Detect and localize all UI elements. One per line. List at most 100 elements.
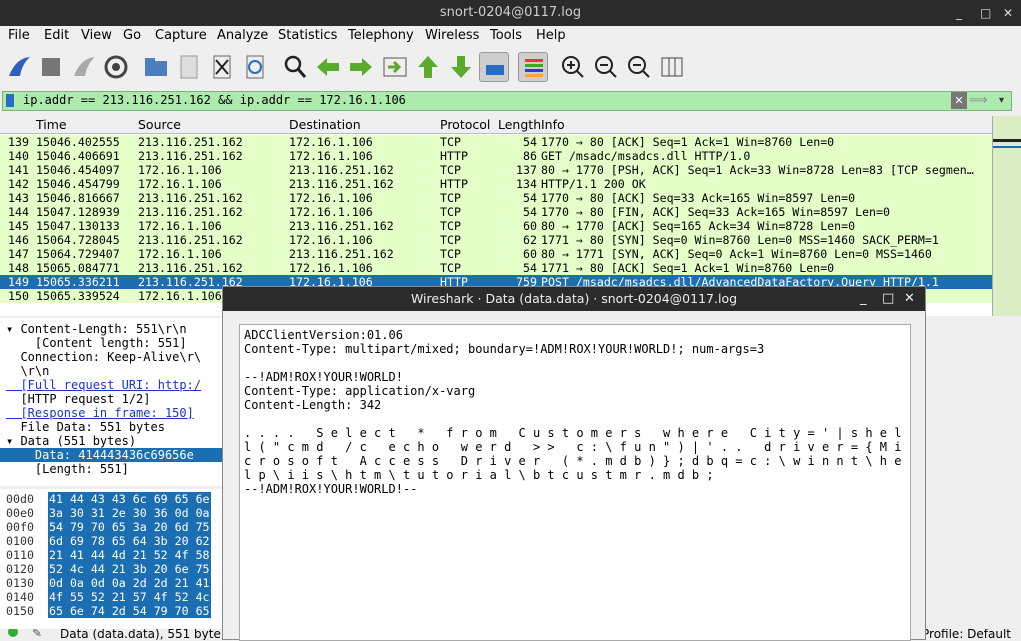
status-profile[interactable]: Profile: Default bbox=[922, 629, 1011, 640]
column-destination[interactable]: Destination bbox=[289, 117, 361, 132]
detail-line[interactable]: ▾ Data (551 bytes) bbox=[0, 434, 230, 448]
bytes-row: 0110 21 41 44 4d 21 52 4f 58 bbox=[0, 548, 230, 562]
detail-line[interactable]: File Data: 551 bytes bbox=[0, 420, 230, 434]
detail-line[interactable]: [HTTP request 1/2] bbox=[0, 392, 230, 406]
packet-row[interactable]: 140 15046.406691 213.116.251.162 172.16.1.1… bbox=[0, 149, 992, 163]
shark-fin-start-icon[interactable] bbox=[4, 52, 34, 82]
edit-comment-icon[interactable]: ✎ bbox=[32, 629, 42, 640]
minimize-icon[interactable]: _ bbox=[956, 0, 962, 26]
first-packet-icon[interactable] bbox=[413, 52, 443, 82]
display-filter-bar: ip.addr == 213.116.251.162 && ip.addr ==… bbox=[0, 90, 1021, 112]
last-packet-icon[interactable] bbox=[446, 52, 476, 82]
detail-line-text: \r\n bbox=[6, 364, 50, 378]
packet-row[interactable]: 147 15064.729407 172.16.1.106 213.116.251.1… bbox=[0, 247, 992, 261]
go-back-arrow-icon[interactable] bbox=[313, 52, 343, 82]
packet-row[interactable]: 139 15046.402555 213.116.251.162 172.16.1.1… bbox=[0, 135, 992, 149]
packet-row[interactable]: 145 15047.130133 172.16.1.106 213.116.251.1… bbox=[0, 219, 992, 233]
normal-size-icon[interactable] bbox=[624, 52, 654, 82]
packet-source: 213.116.251.162 bbox=[138, 261, 243, 275]
column-time[interactable]: Time bbox=[36, 117, 67, 132]
resize-columns-icon[interactable] bbox=[657, 52, 687, 82]
packet-details-tree[interactable]: ▾ Content-Length: 551\r\n [Content lengt… bbox=[0, 318, 230, 486]
menu-file[interactable]: File bbox=[8, 28, 30, 43]
maximize-icon[interactable]: □ bbox=[980, 0, 991, 26]
menu-help[interactable]: Help bbox=[536, 28, 566, 43]
packet-length: 86 bbox=[523, 149, 537, 163]
menu-analyze[interactable]: Analyze bbox=[217, 28, 268, 43]
colorize-icon[interactable] bbox=[518, 52, 548, 82]
column-source[interactable]: Source bbox=[138, 117, 181, 132]
packet-row[interactable]: 144 15047.128939 213.116.251.162 172.16.1.1… bbox=[0, 205, 992, 219]
packet-number: 141 bbox=[8, 163, 29, 177]
autoscroll-icon[interactable] bbox=[479, 52, 509, 82]
find-packet-search-icon[interactable] bbox=[280, 52, 310, 82]
packet-row[interactable]: 141 15046.454097 172.16.1.106 213.116.251.1… bbox=[0, 163, 992, 177]
dialog-title-bar: Wireshark · Data (data.data) · snort-020… bbox=[223, 287, 925, 311]
packet-row[interactable]: 143 15046.816667 213.116.251.162 172.16.1.1… bbox=[0, 191, 992, 205]
packet-row[interactable]: 142 15046.454799 172.16.1.106 213.116.251.1… bbox=[0, 177, 992, 191]
detail-line[interactable]: Data: 414443436c69656e bbox=[0, 448, 230, 462]
dialog-close-icon[interactable]: ✕ bbox=[904, 287, 915, 311]
packet-time: 15065.084771 bbox=[36, 261, 120, 275]
go-to-packet-icon[interactable] bbox=[380, 52, 410, 82]
menu-telephony[interactable]: Telephony bbox=[348, 28, 414, 43]
menu-tools[interactable]: Tools bbox=[490, 28, 522, 43]
menu-edit[interactable]: Edit bbox=[44, 28, 69, 43]
column-length[interactable]: Length bbox=[498, 117, 541, 132]
save-file-icon[interactable] bbox=[174, 52, 204, 82]
packet-time: 15047.130133 bbox=[36, 219, 120, 233]
bytes-hex[interactable]: 21 41 44 4d 21 52 4f 58 bbox=[48, 548, 211, 562]
detail-line[interactable]: ▾ Content-Length: 551\r\n bbox=[0, 322, 230, 336]
bytes-hex[interactable]: 4f 55 52 21 57 4f 52 4c bbox=[48, 590, 211, 604]
menu-statistics[interactable]: Statistics bbox=[278, 28, 337, 43]
data-text-view[interactable]: ADCClientVersion:01.06 Content-Type: mult… bbox=[239, 324, 911, 641]
column-info[interactable]: Info bbox=[541, 117, 565, 132]
menu-capture[interactable]: Capture bbox=[155, 28, 207, 43]
data-text-line: Content-Type: application/x-varg bbox=[244, 384, 476, 398]
open-file-icon[interactable] bbox=[141, 52, 171, 82]
capture-options-gear-icon[interactable] bbox=[101, 52, 131, 82]
packet-number: 148 bbox=[8, 261, 29, 275]
bytes-hex[interactable]: 3a 30 31 2e 30 36 0d 0a bbox=[48, 506, 211, 520]
packet-bytes-pane[interactable]: 00d0 41 44 43 43 6c 69 65 6e 00e0 3a 30 31 … bbox=[0, 489, 230, 629]
bytes-hex[interactable]: 54 79 70 65 3a 20 6d 75 bbox=[48, 520, 211, 534]
apply-filter-icon[interactable]: ⟹ bbox=[969, 92, 995, 109]
dialog-maximize-icon[interactable]: □ bbox=[882, 287, 894, 311]
go-forward-arrow-icon[interactable] bbox=[346, 52, 376, 82]
close-icon[interactable]: ✕ bbox=[1003, 0, 1013, 26]
reload-file-icon[interactable] bbox=[240, 52, 270, 82]
filter-dropdown-icon[interactable]: ▾ bbox=[999, 92, 1004, 109]
menu-wireless[interactable]: Wireless bbox=[425, 28, 479, 43]
bytes-hex[interactable]: 0d 0a 0d 0a 2d 2d 21 41 bbox=[48, 576, 211, 590]
column-protocol[interactable]: Protocol bbox=[440, 117, 490, 132]
bytes-hex[interactable]: 6d 69 78 65 64 3b 20 62 bbox=[48, 534, 211, 548]
bytes-hex[interactable]: 52 4c 44 21 3b 20 6e 75 bbox=[48, 562, 211, 576]
detail-line[interactable]: [Length: 551] bbox=[0, 462, 230, 476]
bookmark-icon[interactable] bbox=[6, 94, 14, 107]
zoom-in-icon[interactable] bbox=[558, 52, 588, 82]
bytes-hex[interactable]: 65 6e 74 2d 54 79 70 65 bbox=[48, 604, 211, 618]
packet-time: 15064.728045 bbox=[36, 233, 120, 247]
dialog-minimize-icon[interactable]: _ bbox=[860, 287, 867, 311]
menu-view[interactable]: View bbox=[81, 28, 112, 43]
display-filter-input[interactable]: ip.addr == 213.116.251.162 && ip.addr ==… bbox=[2, 91, 1012, 111]
restart-capture-icon[interactable] bbox=[69, 52, 99, 82]
detail-line[interactable]: Connection: Keep-Alive\r\ bbox=[0, 350, 230, 364]
packet-time: 15064.729407 bbox=[36, 247, 120, 261]
status-field-info: Data (data.data), 551 byte bbox=[60, 629, 221, 640]
packet-length: 54 bbox=[523, 135, 537, 149]
stop-capture-icon[interactable] bbox=[36, 52, 66, 82]
bytes-hex[interactable]: 41 44 43 43 6c 69 65 6e bbox=[48, 492, 211, 506]
clear-filter-icon[interactable]: ✕ bbox=[951, 92, 967, 109]
menu-go[interactable]: Go bbox=[123, 28, 141, 43]
close-file-icon[interactable] bbox=[207, 52, 237, 82]
detail-line[interactable]: [Full request URI: http:/ bbox=[0, 378, 230, 392]
packet-destination: 172.16.1.106 bbox=[289, 135, 373, 149]
zoom-out-icon[interactable] bbox=[591, 52, 621, 82]
detail-line[interactable]: \r\n bbox=[0, 364, 230, 378]
detail-line[interactable]: [Response in frame: 150] bbox=[0, 406, 230, 420]
packet-minimap[interactable] bbox=[992, 116, 1021, 316]
detail-line[interactable]: [Content length: 551] bbox=[0, 336, 230, 350]
packet-row[interactable]: 148 15065.084771 213.116.251.162 172.16.1.1… bbox=[0, 261, 992, 275]
packet-row[interactable]: 146 15064.728045 213.116.251.162 172.16.1.1… bbox=[0, 233, 992, 247]
